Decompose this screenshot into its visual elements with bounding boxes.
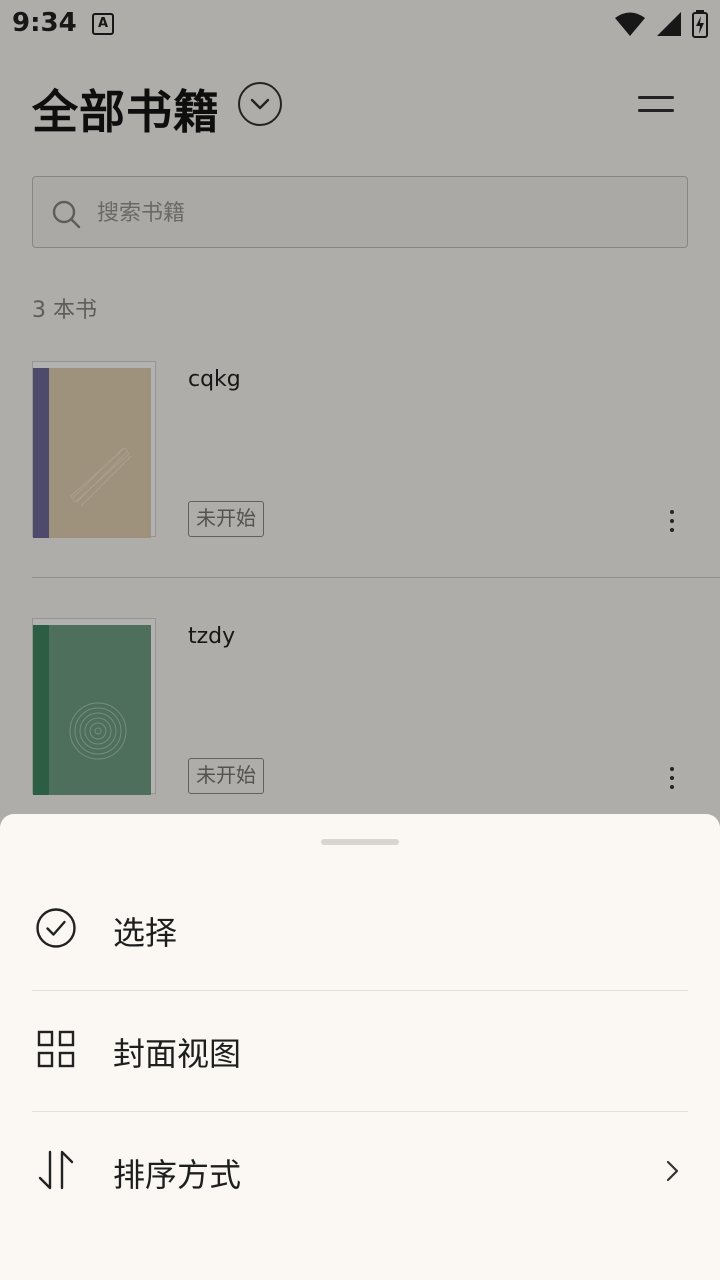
bottom-sheet: 选择 封面视图 排序方式	[0, 814, 720, 1280]
sheet-item-sort[interactable]: 排序方式	[0, 1112, 720, 1232]
sheet-item-label: 选择	[113, 914, 178, 952]
check-circle-icon	[36, 908, 76, 948]
chevron-right-icon	[666, 1160, 679, 1182]
sheet-item-select[interactable]: 选择	[0, 870, 720, 990]
sheet-item-label: 排序方式	[113, 1156, 242, 1194]
sheet-item-label: 封面视图	[113, 1035, 242, 1073]
sheet-drag-handle[interactable]	[321, 839, 399, 845]
grid-icon	[37, 1030, 75, 1068]
sheet-item-cover-view[interactable]: 封面视图	[0, 991, 720, 1111]
sort-icon	[38, 1150, 74, 1190]
